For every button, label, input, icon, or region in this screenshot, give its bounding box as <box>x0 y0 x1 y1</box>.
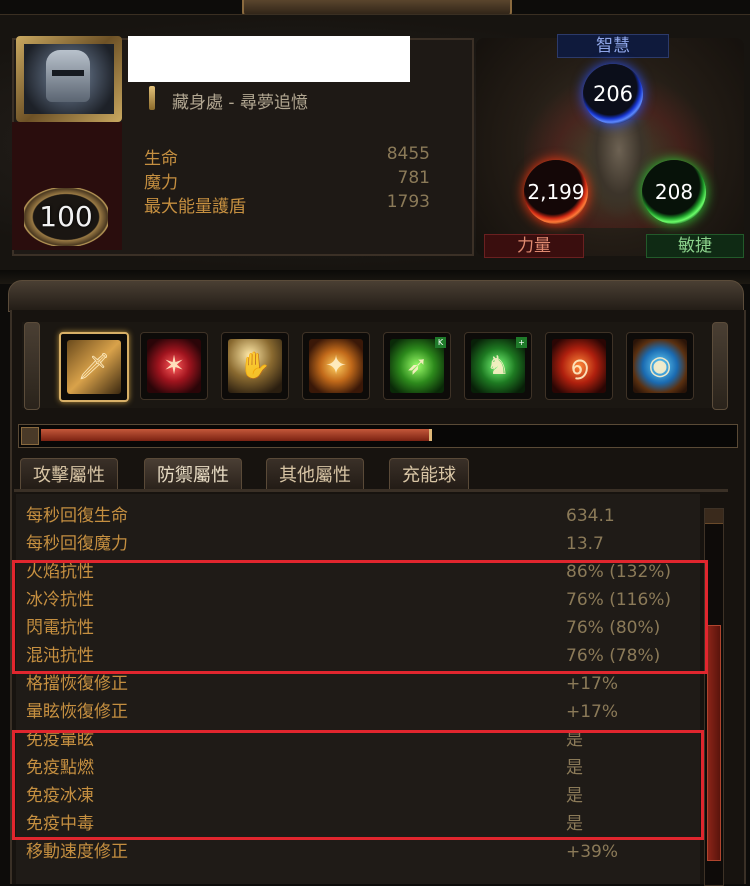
stat-value: +17% <box>566 674 619 694</box>
skill-badge-k: K <box>435 337 446 348</box>
dexterity-orb[interactable]: 208 <box>642 160 706 224</box>
sword-icon: 🗡 <box>67 340 121 394</box>
helmet-visor <box>52 70 84 76</box>
experience-bar-cap <box>21 427 39 445</box>
tab-charges[interactable]: 充能球 <box>389 458 469 490</box>
skill-badge-plus: + <box>516 337 527 348</box>
experience-bar <box>18 424 738 448</box>
stats-panel-header <box>8 280 744 312</box>
scrollbar-cap <box>705 509 723 524</box>
skill-slot-golden-figure[interactable]: ✦ <box>302 332 370 400</box>
life-label: 生命 <box>144 149 178 169</box>
stat-label: 移動速度修正 <box>26 842 128 862</box>
stat-row-life-regen: 每秒回復生命 634.1 <box>16 502 700 530</box>
character-level: 100 <box>39 200 93 233</box>
location-marker-icon <box>149 86 155 110</box>
skill-bar-left-ornament <box>24 322 40 410</box>
tab-misc[interactable]: 其他屬性 <box>266 458 364 490</box>
skill-slot-sword[interactable]: 🗡 <box>59 332 129 402</box>
strength-orb[interactable]: 2,199 <box>524 160 588 224</box>
skill-bar-right-ornament <box>712 322 728 410</box>
stat-value: +17% <box>566 702 619 722</box>
skill-slot-holy-hand[interactable]: ✋ <box>221 332 289 400</box>
strength-label: 力量 <box>484 234 584 258</box>
tab-offense[interactable]: 攻擊屬性 <box>20 458 118 490</box>
stat-label: 每秒回復魔力 <box>26 534 128 554</box>
stat-value: 13.7 <box>566 534 604 554</box>
stat-row-mana-regen: 每秒回復魔力 13.7 <box>16 530 700 558</box>
tab-defense[interactable]: 防禦屬性 <box>144 458 242 490</box>
holy-hand-icon: ✋ <box>228 339 282 393</box>
stat-label: 暈眩恢復修正 <box>26 702 128 722</box>
stat-label: 每秒回復生命 <box>26 506 128 526</box>
knight-helmet-icon <box>46 50 90 102</box>
character-name-redacted <box>128 36 410 82</box>
skill-slot-green-warrior[interactable]: ♞ + <box>464 332 532 400</box>
skill-slot-green-arrow[interactable]: ➶ K <box>383 332 451 400</box>
mana-label: 魔力 <box>144 173 178 193</box>
tab-underline <box>14 489 728 492</box>
skill-slot-fire-swirl[interactable]: ൭ <box>545 332 613 400</box>
stat-row-stun-recovery: 暈眩恢復修正 +17% <box>16 698 700 726</box>
resistances-highlight-box <box>12 560 708 674</box>
stat-label: 格擋恢復修正 <box>26 674 128 694</box>
stat-row-movement-speed: 移動速度修正 +39% <box>16 838 700 866</box>
stat-value: +39% <box>566 842 619 862</box>
golden-figure-icon: ✦ <box>309 339 363 393</box>
location-text: 藏身處 - 尋夢追憶 <box>172 93 308 113</box>
stat-row-block-recovery: 格擋恢復修正 +17% <box>16 670 700 698</box>
experience-bar-fill <box>41 429 432 441</box>
intelligence-label: 智慧 <box>557 34 669 58</box>
dexterity-label: 敏捷 <box>646 234 744 258</box>
red-slash-icon: ✶ <box>147 339 201 393</box>
energy-shield-label: 最大能量護盾 <box>144 197 246 217</box>
immunities-highlight-box <box>12 730 704 840</box>
skill-slot-red-slash[interactable]: ✶ <box>140 332 208 400</box>
statue-bust-icon <box>584 120 654 220</box>
mana-value: 781 <box>397 168 430 188</box>
fire-swirl-icon: ൭ <box>552 339 606 393</box>
life-value: 8455 <box>386 144 430 164</box>
intelligence-orb[interactable]: 206 <box>583 64 643 124</box>
stat-value: 634.1 <box>566 506 615 526</box>
blue-sphere-icon: ◉ <box>633 339 687 393</box>
energy-shield-value: 1793 <box>386 192 430 212</box>
skill-slot-blue-sphere[interactable]: ◉ <box>626 332 694 400</box>
scrollbar-thumb[interactable] <box>707 625 721 861</box>
